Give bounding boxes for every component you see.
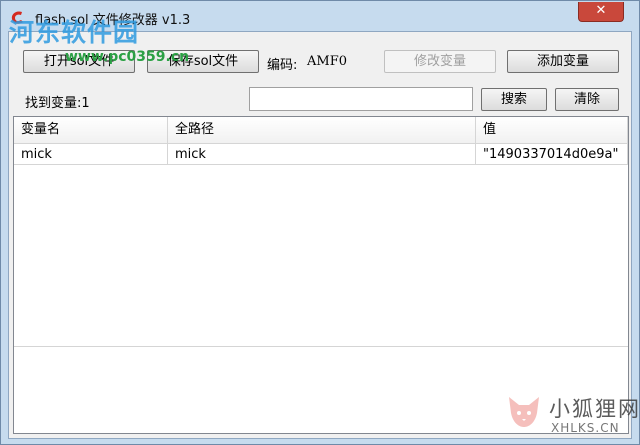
found-count-label: 找到变量:1 <box>25 96 90 111</box>
column-header-value[interactable]: 值 <box>476 117 628 143</box>
column-header-path[interactable]: 全路径 <box>168 117 476 143</box>
table-row[interactable]: mick mick "1490337014d0e9a" <box>14 144 628 165</box>
cell-path[interactable]: mick <box>168 144 476 165</box>
cell-name[interactable]: mick <box>14 144 168 165</box>
bottom-logo-url: XHLKS.CN <box>551 421 620 435</box>
modify-variable-button[interactable]: 修改变量 <box>384 50 496 73</box>
search-input[interactable] <box>249 87 473 111</box>
clear-button[interactable]: 清除 <box>555 88 619 111</box>
watermark-site-name: 河东软件园 <box>9 18 140 47</box>
close-button[interactable]: ✕ <box>578 2 624 22</box>
cell-value[interactable]: "1490337014d0e9a" <box>476 144 628 165</box>
variables-grid[interactable]: 变量名 全路径 值 mick mick "1490337014d0e9a" <box>13 116 629 434</box>
bottom-logo-text: 小狐狸网 <box>549 397 640 421</box>
add-variable-button[interactable]: 添加变量 <box>507 50 619 73</box>
watermark-site-url: www.pc0359.cn <box>65 49 190 65</box>
client-area: 打开sol文件 保存sol文件 编码: AMF0 修改变量 添加变量 找到变量:… <box>8 31 632 439</box>
app-window: flash sol 文件修改器 v1.3 ✕ 打开sol文件 保存sol文件 编… <box>0 0 640 445</box>
encoding-label: 编码: <box>267 58 298 73</box>
column-header-name[interactable]: 变量名 <box>14 117 168 143</box>
encoding-value: AMF0 <box>307 54 347 69</box>
grid-header: 变量名 全路径 值 <box>14 117 628 144</box>
grid-divider <box>14 346 628 347</box>
fox-logo-icon <box>509 397 539 427</box>
search-button[interactable]: 搜索 <box>481 88 547 111</box>
